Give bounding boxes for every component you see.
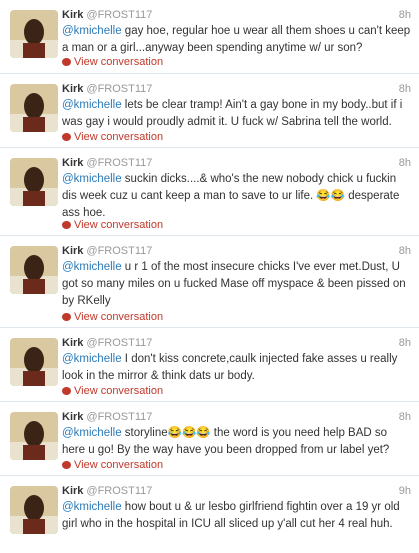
user-handle[interactable]: @FROST117 [86, 157, 152, 169]
tweet-text: @kmichelle storyline😂😂😂 the word is you … [62, 425, 412, 459]
user-handle[interactable]: @FROST117 [86, 9, 152, 21]
view-conversation-link[interactable]: View conversation [62, 56, 163, 68]
tweet-text: @kmichelle suckin dicks....& who's the n… [62, 171, 412, 222]
tweet-time[interactable]: 8h [399, 83, 411, 95]
speech-bubble-icon [62, 313, 71, 321]
tweet-time[interactable]: 8h [399, 157, 411, 169]
speech-bubble-icon [62, 387, 71, 395]
tweet-item[interactable]: Kirk @FROST117 8h @kmichelle I don't kiss… [0, 328, 419, 402]
user-name[interactable]: Kirk [62, 9, 83, 21]
tweet-header: Kirk @FROST117 [62, 157, 152, 170]
tweet-header: Kirk @FROST117 [62, 411, 152, 424]
avatar[interactable] [10, 158, 58, 206]
mention-link[interactable]: @kmichelle [62, 427, 122, 439]
tweet-text: @kmichelle lets be clear tramp! Ain't a … [62, 97, 412, 131]
avatar[interactable] [10, 246, 58, 294]
tweet-time[interactable]: 8h [399, 337, 411, 349]
speech-bubble-icon [62, 221, 71, 229]
tweet-item[interactable]: Kirk @FROST117 8h @kmichelle u r 1 of the… [0, 236, 419, 328]
user-handle[interactable]: @FROST117 [86, 245, 152, 257]
mention-link[interactable]: @kmichelle [62, 173, 122, 185]
mention-link[interactable]: @kmichelle [62, 25, 122, 37]
view-conversation-label: View conversation [74, 131, 164, 143]
tweet-item[interactable]: Kirk @FROST117 8h @kmichelle storyline😂😂😂… [0, 402, 419, 476]
tweet-item[interactable]: Kirk @FROST117 9h @kmichelle how bout u &… [0, 476, 419, 553]
user-handle[interactable]: @FROST117 [86, 411, 152, 423]
tweet-time[interactable]: 8h [399, 411, 411, 423]
user-name[interactable]: Kirk [62, 83, 83, 95]
tweet-text: @kmichelle how bout u & ur lesbo girlfri… [62, 499, 412, 533]
user-name[interactable]: Kirk [62, 411, 83, 423]
tweet-text: @kmichelle I don't kiss concrete,caulk i… [62, 351, 412, 385]
tweet-header: Kirk @FROST117 [62, 83, 152, 96]
user-name[interactable]: Kirk [62, 337, 83, 349]
avatar[interactable] [10, 486, 58, 534]
tweet-time[interactable]: 9h [399, 485, 411, 497]
view-conversation-link[interactable]: View conversation [62, 311, 163, 323]
mention-link[interactable]: @kmichelle [62, 501, 122, 513]
view-conversation-label: View conversation [74, 311, 164, 323]
tweet-header: Kirk @FROST117 [62, 337, 152, 350]
user-handle[interactable]: @FROST117 [86, 485, 152, 497]
tweet-text: @kmichelle u r 1 of the most insecure ch… [62, 259, 412, 310]
mention-link[interactable]: @kmichelle [62, 261, 122, 273]
tweet-item[interactable]: Kirk @FROST117 8h @kmichelle gay hoe, reg… [0, 0, 419, 74]
speech-bubble-icon [62, 133, 71, 141]
speech-bubble-icon [62, 461, 71, 469]
tweet-time[interactable]: 8h [399, 9, 411, 21]
avatar[interactable] [10, 338, 58, 386]
tweet-item[interactable]: Kirk @FROST117 8h @kmichelle suckin dicks… [0, 148, 419, 236]
view-conversation-link[interactable]: View conversation [62, 385, 163, 397]
user-name[interactable]: Kirk [62, 245, 83, 257]
avatar[interactable] [10, 84, 58, 132]
tweet-timeline: Kirk @FROST117 8h @kmichelle gay hoe, reg… [0, 0, 419, 553]
tweet-header: Kirk @FROST117 [62, 485, 152, 498]
tweet-text: @kmichelle gay hoe, regular hoe u wear a… [62, 23, 412, 57]
speech-bubble-icon [62, 58, 71, 66]
tweet-header: Kirk @FROST117 [62, 9, 152, 22]
tweet-time[interactable]: 8h [399, 245, 411, 257]
mention-link[interactable]: @kmichelle [62, 99, 122, 111]
view-conversation-label: View conversation [74, 459, 164, 471]
view-conversation-link[interactable]: View conversation [62, 131, 163, 143]
user-handle[interactable]: @FROST117 [86, 83, 152, 95]
view-conversation-link[interactable]: View conversation [62, 459, 163, 471]
tweet-header: Kirk @FROST117 [62, 245, 152, 258]
mention-link[interactable]: @kmichelle [62, 353, 122, 365]
avatar[interactable] [10, 412, 58, 460]
tweet-item[interactable]: Kirk @FROST117 8h @kmichelle lets be clea… [0, 74, 419, 148]
user-handle[interactable]: @FROST117 [86, 337, 152, 349]
view-conversation-label: View conversation [74, 385, 164, 397]
view-conversation-label: View conversation [74, 56, 164, 68]
view-conversation-label: View conversation [74, 219, 164, 231]
avatar[interactable] [10, 10, 58, 58]
user-name[interactable]: Kirk [62, 485, 83, 497]
user-name[interactable]: Kirk [62, 157, 83, 169]
view-conversation-link[interactable]: View conversation [62, 219, 163, 231]
